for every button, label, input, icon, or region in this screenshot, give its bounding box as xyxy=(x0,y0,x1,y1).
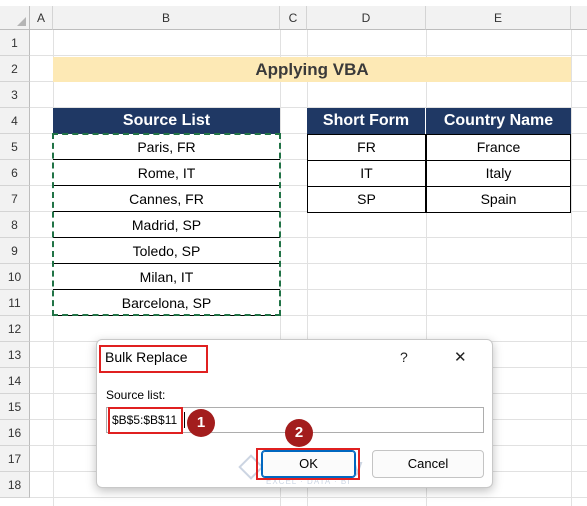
column-header-d[interactable]: D xyxy=(307,6,426,30)
source-list-cell[interactable]: Paris, FR xyxy=(53,134,280,160)
column-header-c[interactable]: C xyxy=(280,6,307,30)
row-header[interactable]: 4 xyxy=(0,108,30,134)
row-header[interactable]: 2 xyxy=(0,56,30,82)
country-name-header[interactable]: Country Name xyxy=(426,108,571,134)
row-header[interactable]: 3 xyxy=(0,82,30,108)
source-list-cell[interactable]: Cannes, FR xyxy=(53,186,280,212)
help-icon[interactable]: ? xyxy=(400,349,408,365)
country-name-cell[interactable]: France xyxy=(426,134,571,161)
text-cursor xyxy=(184,412,185,428)
source-list-label: Source list: xyxy=(106,388,166,402)
input-value-highlight xyxy=(108,407,183,434)
short-form-cell[interactable]: IT xyxy=(307,160,426,187)
row-header[interactable]: 18 xyxy=(0,472,30,498)
row-header[interactable]: 8 xyxy=(0,212,30,238)
source-list-header[interactable]: Source List xyxy=(53,108,280,134)
row-header[interactable]: 17 xyxy=(0,446,30,472)
source-list-cell[interactable]: Rome, IT xyxy=(53,160,280,186)
gridline xyxy=(30,55,587,56)
gridline xyxy=(30,497,587,498)
row-header[interactable]: 15 xyxy=(0,394,30,420)
sheet-title[interactable]: Applying VBA xyxy=(53,57,571,82)
row-header[interactable]: 1 xyxy=(0,30,30,56)
row-header[interactable]: 6 xyxy=(0,160,30,186)
select-all-corner[interactable] xyxy=(0,6,30,30)
row-header[interactable]: 5 xyxy=(0,134,30,160)
row-header[interactable]: 16 xyxy=(0,420,30,446)
source-list-cell[interactable]: Toledo, SP xyxy=(53,238,280,264)
cancel-button[interactable]: Cancel xyxy=(372,450,484,478)
dialog-title: Bulk Replace xyxy=(105,349,188,365)
column-header-b[interactable]: B xyxy=(53,6,280,30)
gridline xyxy=(571,30,572,506)
select-all-triangle-icon xyxy=(17,17,26,26)
row-header[interactable]: 10 xyxy=(0,264,30,290)
short-form-header[interactable]: Short Form xyxy=(307,108,426,134)
row-header[interactable]: 12 xyxy=(0,316,30,342)
row-header[interactable]: 13 xyxy=(0,342,30,368)
step-2-badge: 2 xyxy=(285,419,313,447)
row-header[interactable]: 7 xyxy=(0,186,30,212)
row-header[interactable]: 9 xyxy=(0,238,30,264)
close-icon[interactable]: ✕ xyxy=(454,348,467,366)
short-form-cell[interactable]: SP xyxy=(307,186,426,213)
country-name-cell[interactable]: Spain xyxy=(426,186,571,213)
ok-button-highlight xyxy=(256,448,360,480)
bulk-replace-dialog: Bulk Replace ? ✕ Source list: $B$5:$B$11… xyxy=(96,339,493,488)
column-header-a[interactable]: A xyxy=(30,6,53,30)
source-list-cell[interactable]: Barcelona, SP xyxy=(53,290,280,316)
step-1-badge: 1 xyxy=(187,409,215,437)
country-name-cell[interactable]: Italy xyxy=(426,160,571,187)
column-header-extra xyxy=(571,6,587,30)
row-header[interactable]: 14 xyxy=(0,368,30,394)
column-header-e[interactable]: E xyxy=(426,6,571,30)
short-form-cell[interactable]: FR xyxy=(307,134,426,161)
source-list-cell[interactable]: Madrid, SP xyxy=(53,212,280,238)
row-header[interactable]: 11 xyxy=(0,290,30,316)
source-list-cell[interactable]: Milan, IT xyxy=(53,264,280,290)
